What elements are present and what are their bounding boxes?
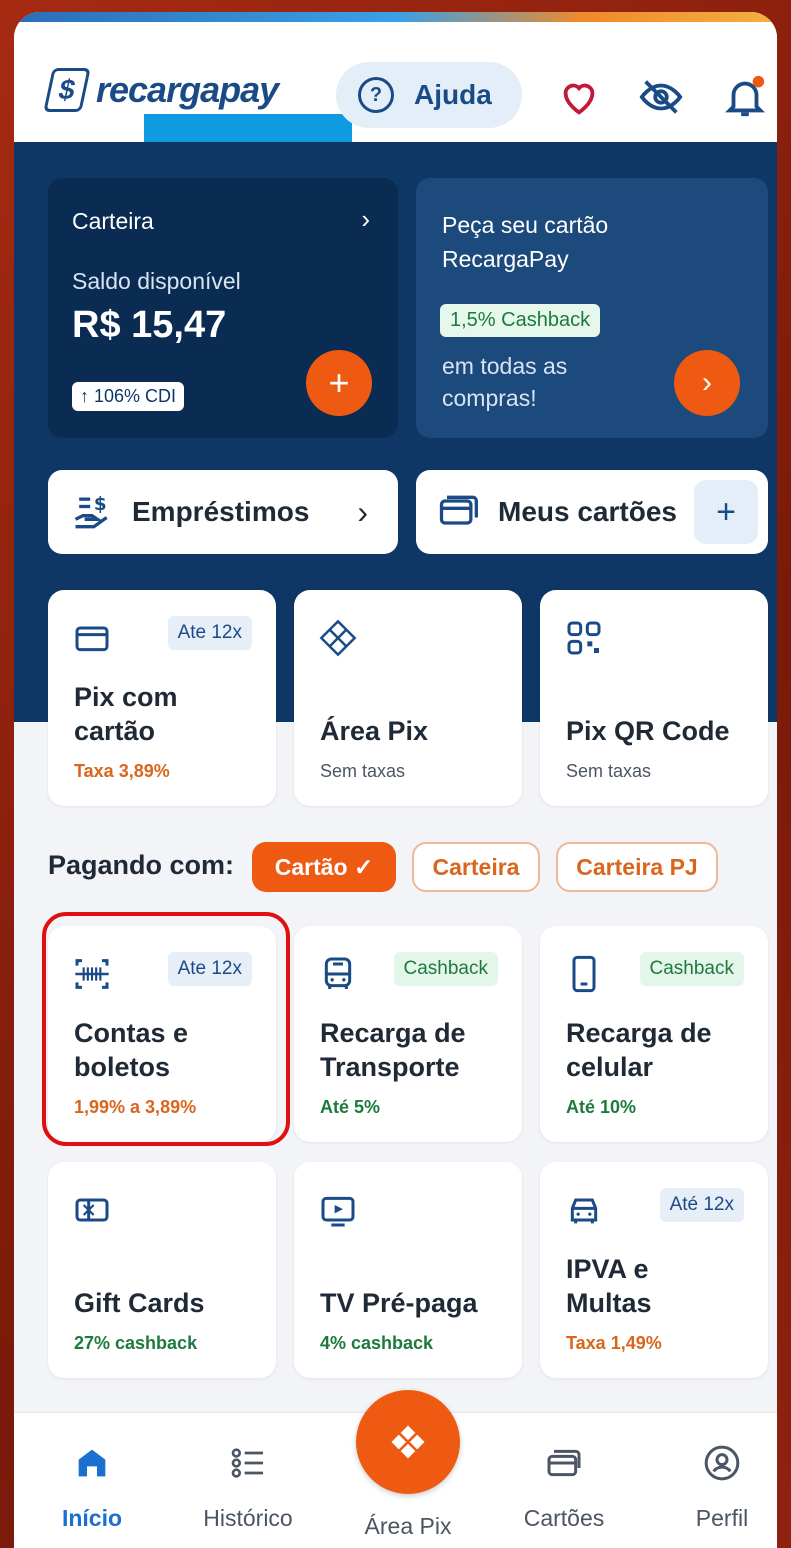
my-cards-label: Meus cartões bbox=[498, 496, 677, 527]
tile-title: Pix com cartão bbox=[74, 682, 178, 746]
nav-profile[interactable]: Perfil bbox=[662, 1443, 777, 1532]
tile-title: Recarga de Transporte bbox=[320, 1018, 466, 1082]
tile-subtitle: 4% cashback bbox=[320, 1333, 434, 1353]
eye-off-icon[interactable] bbox=[638, 74, 684, 120]
cashback-badge: Cashback bbox=[393, 952, 498, 986]
help-button[interactable]: ? Ajuda bbox=[336, 62, 522, 128]
tile-subtitle: Taxa 1,49% bbox=[566, 1333, 662, 1353]
cards-icon bbox=[439, 495, 478, 525]
credit-card-icon bbox=[75, 626, 109, 652]
tile-title: Contas e boletos bbox=[74, 1018, 189, 1082]
promo-arrow-button[interactable]: › bbox=[674, 350, 740, 416]
nav-label: Cartões bbox=[523, 1505, 605, 1531]
user-circle-icon bbox=[704, 1445, 740, 1481]
nav-label: Início bbox=[61, 1505, 123, 1531]
tile-subtitle: Sem taxas bbox=[566, 761, 652, 781]
nav-label: Área Pix bbox=[364, 1513, 452, 1539]
payment-card-chip[interactable]: Cartão ✓ bbox=[252, 842, 396, 892]
barcode-scan-icon bbox=[75, 959, 109, 989]
bell-icon[interactable] bbox=[722, 74, 768, 120]
tile-title: Pix QR Code bbox=[566, 716, 730, 746]
app-screen: $ recargapay ? Ajuda Carteira › Saldo di… bbox=[14, 12, 777, 1548]
installments-badge: Ate 12x bbox=[167, 616, 252, 650]
gift-cards-tile[interactable]: Gift Cards 27% cashback bbox=[48, 1162, 276, 1378]
installments-badge: Ate 12x bbox=[167, 952, 252, 986]
gift-card-icon bbox=[75, 1198, 109, 1222]
tile-title: IPVA e Multas bbox=[566, 1254, 652, 1318]
promo-card[interactable]: Peça seu cartão RecargaPay 1,5% Cashback… bbox=[416, 178, 768, 438]
list-icon bbox=[231, 1448, 263, 1478]
nav-home[interactable]: Início bbox=[32, 1443, 152, 1532]
bills-tile[interactable]: Ate 12x Contas e boletos 1,99% a 3,89% bbox=[48, 926, 276, 1142]
bus-icon bbox=[324, 957, 352, 989]
tile-subtitle: Sem taxas bbox=[320, 761, 406, 781]
tile-title: Recarga de celular bbox=[566, 1018, 712, 1082]
phone-recharge-tile[interactable]: Cashback Recarga de celular Até 10% bbox=[540, 926, 768, 1142]
cards-icon bbox=[547, 1449, 581, 1477]
my-cards-button[interactable]: Meus cartões + bbox=[416, 470, 768, 554]
help-label: Ajuda bbox=[414, 79, 492, 110]
wallet-card[interactable]: Carteira › Saldo disponível R$ 15,47 ↑ 1… bbox=[48, 178, 398, 438]
tile-subtitle: 1,99% a 3,89% bbox=[74, 1097, 197, 1117]
top-stripe bbox=[14, 12, 777, 22]
pix-with-card-tile[interactable]: Ate 12x Pix com cartão Taxa 3,89% bbox=[48, 590, 276, 806]
home-icon bbox=[78, 1449, 106, 1477]
tile-title: TV Pré-paga bbox=[320, 1288, 478, 1318]
balance-value: R$ 15,47 bbox=[72, 304, 227, 346]
hand-money-icon: $ bbox=[74, 494, 108, 529]
car-icon bbox=[570, 1198, 598, 1224]
loans-label: Empréstimos bbox=[132, 496, 310, 527]
pix-qr-code-tile[interactable]: Pix QR Code Sem taxas bbox=[540, 590, 768, 806]
heart-icon[interactable] bbox=[556, 74, 602, 120]
nav-label: Histórico bbox=[203, 1505, 293, 1531]
qr-code-icon bbox=[567, 621, 601, 655]
nav-pix-area[interactable]: Área Pix bbox=[348, 1513, 468, 1540]
pix-fab-button[interactable] bbox=[356, 1390, 460, 1494]
wallet-title: Carteira bbox=[72, 208, 154, 234]
logo-icon: $ bbox=[43, 68, 91, 112]
prepaid-tv-tile[interactable]: TV Pré-paga 4% cashback bbox=[294, 1162, 522, 1378]
add-money-button[interactable]: + bbox=[306, 350, 372, 416]
add-card-button[interactable]: + bbox=[694, 480, 758, 544]
nav-cards[interactable]: Cartões bbox=[504, 1443, 624, 1532]
recargapay-logo: $ recargapay bbox=[43, 68, 279, 112]
payment-wallet-chip[interactable]: Carteira bbox=[412, 842, 540, 892]
cashback-badge: 1,5% Cashback bbox=[440, 304, 601, 337]
logo-text: recargapay bbox=[96, 69, 279, 110]
chevron-right-icon: › bbox=[361, 204, 370, 234]
balance-label: Saldo disponível bbox=[72, 268, 241, 294]
svg-text:$: $ bbox=[94, 494, 107, 515]
tile-title: Gift Cards bbox=[74, 1288, 205, 1318]
redaction-bar bbox=[144, 114, 352, 142]
ipva-fines-tile[interactable]: Até 12x IPVA e Multas Taxa 1,49% bbox=[540, 1162, 768, 1378]
nav-label: Perfil bbox=[695, 1505, 749, 1531]
installments-badge: Até 12x bbox=[659, 1188, 744, 1222]
tile-subtitle: 27% cashback bbox=[74, 1333, 198, 1353]
pix-area-tile[interactable]: Área Pix Sem taxas bbox=[294, 590, 522, 806]
cashback-badge: Cashback bbox=[639, 952, 744, 986]
chevron-right-icon: › bbox=[357, 493, 368, 530]
payment-wallet-pj-chip[interactable]: Carteira PJ bbox=[556, 842, 718, 892]
pix-icon bbox=[319, 619, 357, 657]
paying-with-label: Pagando com: bbox=[48, 850, 235, 880]
tile-title: Área Pix bbox=[320, 716, 429, 746]
tv-play-icon bbox=[321, 1196, 355, 1227]
tile-subtitle: Até 5% bbox=[320, 1097, 381, 1117]
nav-history[interactable]: Histórico bbox=[188, 1443, 308, 1532]
promo-title: Peça seu cartão RecargaPay bbox=[442, 212, 609, 272]
pix-icon bbox=[391, 1425, 425, 1459]
tile-subtitle: Até 10% bbox=[566, 1097, 637, 1117]
app-header: $ recargapay ? Ajuda bbox=[14, 22, 777, 152]
question-icon: ? bbox=[358, 77, 394, 113]
smartphone-icon bbox=[572, 955, 596, 993]
promo-text: em todas as compras! bbox=[442, 353, 568, 411]
transport-recharge-tile[interactable]: Cashback Recarga de Transporte Até 5% bbox=[294, 926, 522, 1142]
cdi-badge: ↑ 106% CDI bbox=[72, 382, 185, 411]
tile-subtitle: Taxa 3,89% bbox=[74, 761, 170, 781]
loans-button[interactable]: $ Empréstimos › bbox=[48, 470, 398, 554]
